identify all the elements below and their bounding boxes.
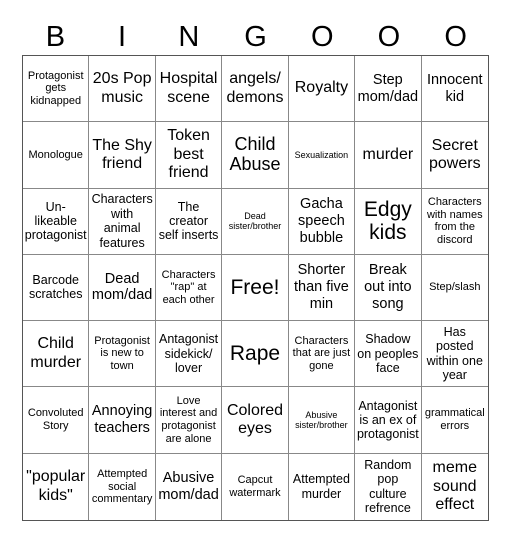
bingo-cell[interactable]: Dead mom/dad <box>89 254 156 322</box>
bingo-cell[interactable]: Rape <box>222 321 289 388</box>
bingo-cell[interactable]: Gacha speech bubble <box>288 188 356 255</box>
header-letter: G <box>244 21 267 53</box>
bingo-cell[interactable]: Characters that are just gone <box>288 321 356 388</box>
bingo-cell[interactable]: murder <box>355 122 422 189</box>
bingo-cell[interactable]: Step/slash <box>421 255 488 322</box>
bingo-cell[interactable]: Edgy kids <box>355 188 422 255</box>
header-letter: O <box>444 21 467 53</box>
bingo-cell[interactable]: Un- likeable protagonist <box>23 188 90 255</box>
bingo-cell[interactable]: Love interest and protagonist are alone <box>155 387 223 454</box>
bingo-cell[interactable]: Characters "rap" at each other <box>155 254 223 322</box>
bingo-cell[interactable]: Child Abuse <box>222 122 289 189</box>
bingo-cell[interactable]: Token best friend <box>155 122 223 189</box>
bingo-cell[interactable]: Secret powers <box>421 122 488 189</box>
bingo-cell[interactable]: meme sound effect <box>422 454 488 520</box>
bingo-cell[interactable]: Characters with names from the discord <box>421 189 488 255</box>
bingo-cell[interactable]: "popular kids" <box>23 453 90 520</box>
bingo-cell[interactable]: Shadow on peoples face <box>355 321 422 388</box>
bingo-cell[interactable]: Monologue <box>23 122 90 189</box>
bingo-cell[interactable]: Child murder <box>23 321 90 388</box>
bingo-cell[interactable]: Break out into song <box>355 254 422 322</box>
bingo-cell[interactable]: Characters with animal features <box>89 188 156 255</box>
bingo-header: B I N G O O O <box>22 20 489 54</box>
bingo-cell[interactable]: 20s Pop music <box>89 56 156 123</box>
bingo-cell[interactable]: Colored eyes <box>222 387 289 454</box>
header-letter: N <box>178 21 200 53</box>
bingo-cell[interactable]: Abusive mom/dad <box>156 453 223 520</box>
bingo-cell[interactable]: Abusive sister/brother <box>288 387 356 454</box>
bingo-cell[interactable]: Has posted within one year <box>421 321 488 388</box>
bingo-cell[interactable]: The Shy friend <box>89 122 156 189</box>
bingo-cell[interactable]: Innocent kid <box>421 56 488 123</box>
bingo-cell[interactable]: Royalty <box>288 56 356 123</box>
free-space-cell[interactable]: Free! <box>222 254 289 322</box>
bingo-cell[interactable]: Barcode scratches <box>23 254 90 322</box>
header-letter: B <box>45 21 66 53</box>
bingo-cell[interactable]: grammatical errors <box>421 387 488 454</box>
bingo-cell[interactable]: Attempted murder <box>289 453 356 520</box>
header-letter: I <box>118 21 127 53</box>
bingo-cell[interactable]: Convoluted Story <box>23 387 90 454</box>
bingo-cell[interactable]: Hospital scene <box>155 56 223 123</box>
bingo-cell[interactable]: Antagonist sidekick/ lover <box>155 321 223 388</box>
bingo-cell[interactable]: Shorter than five min <box>288 254 356 322</box>
bingo-cell[interactable]: Dead sister/brother <box>222 188 289 255</box>
bingo-cell[interactable]: Attempted social commentary <box>89 453 156 520</box>
bingo-cell[interactable]: The creator self inserts <box>155 188 223 255</box>
bingo-cell[interactable]: Sexualization <box>288 122 356 189</box>
bingo-cell[interactable]: Random pop culture refrence <box>355 453 422 520</box>
bingo-cell[interactable]: Step mom/dad <box>355 56 422 123</box>
header-letter: O <box>310 21 334 53</box>
bingo-cell[interactable]: Capcut watermark <box>222 453 289 520</box>
bingo-cell[interactable]: Annoying teachers <box>89 387 156 454</box>
bingo-grid: Protagonist gets kidnapped 20s Pop music… <box>22 55 489 521</box>
header-letter: O <box>377 21 401 53</box>
bingo-cell[interactable]: Antagonist is an ex of protagonist <box>355 387 422 454</box>
bingo-cell[interactable]: Protagonist is new to town <box>89 321 156 388</box>
bingo-cell[interactable]: angels/ demons <box>222 56 289 123</box>
bingo-cell[interactable]: Protagonist gets kidnapped <box>23 56 90 123</box>
